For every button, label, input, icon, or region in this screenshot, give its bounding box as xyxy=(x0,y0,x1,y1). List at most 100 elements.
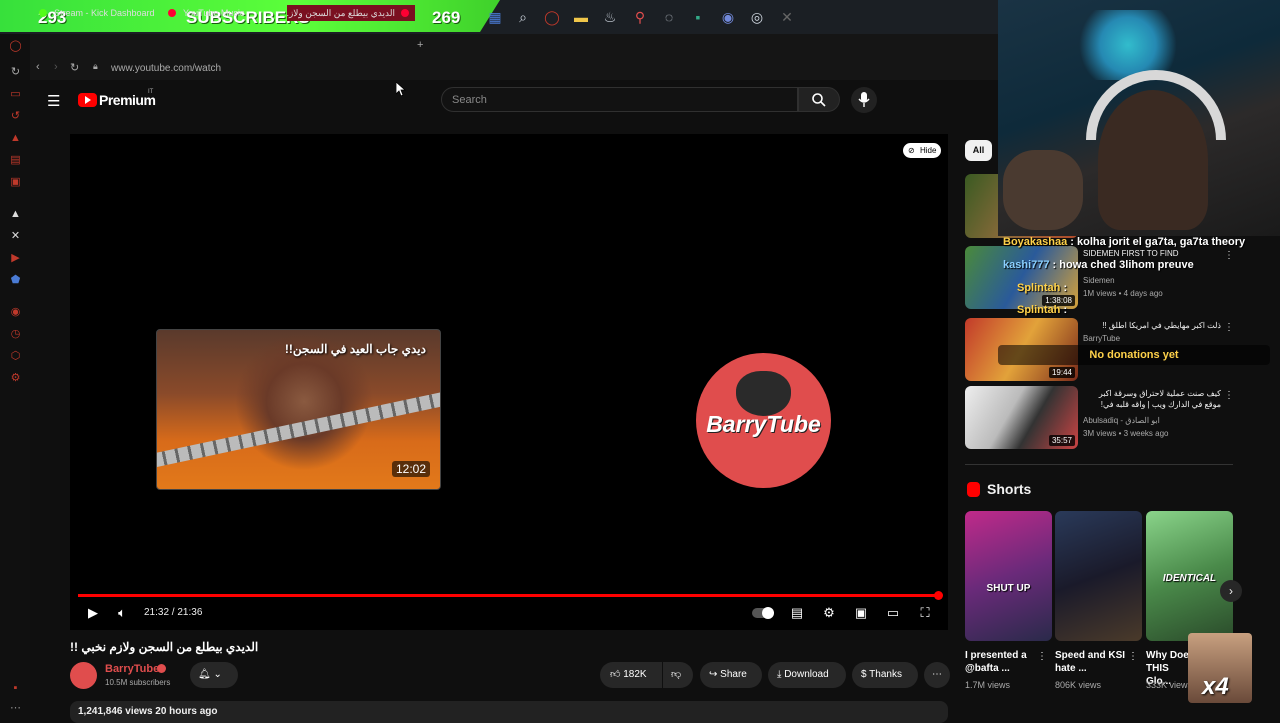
more-icon[interactable]: ⋯ xyxy=(9,702,22,715)
dislike-button[interactable]: 👎︎ xyxy=(663,662,693,688)
search-input[interactable]: Search xyxy=(441,87,798,112)
channel-logo[interactable]: BarryTube xyxy=(696,353,831,488)
maps-icon[interactable]: ⚲ xyxy=(631,8,649,26)
more-icon[interactable]: ⋮ xyxy=(1037,651,1047,662)
short-thumbnail[interactable]: SHUT UP xyxy=(965,511,1052,641)
youtube-premium-label[interactable]: Premium xyxy=(99,92,156,108)
volume-button[interactable]: 🔈︎ xyxy=(114,605,130,621)
subtitles-icon[interactable]: ▤ xyxy=(789,605,805,621)
app-icon[interactable]: ▪ xyxy=(689,8,707,26)
recommendation-channel[interactable]: BarryTube xyxy=(1083,334,1120,343)
recommendation-title[interactable]: كيف صنت عملية لاحتراق وسرقة اكبر موقع في… xyxy=(1083,388,1221,410)
short-title[interactable]: Speed and KSI hate ... xyxy=(1055,649,1127,675)
endscreen-video-duration: 12:02 xyxy=(391,461,430,477)
progress-bar[interactable] xyxy=(78,594,938,597)
short-views: 333K views xyxy=(1146,680,1193,690)
aria-icon[interactable]: ▲ xyxy=(9,208,22,221)
endscreen-video-card[interactable]: ديدي جاب العيد في السجن!! 12:02 xyxy=(156,329,441,490)
thanks-button[interactable]: $ Thanks xyxy=(852,662,918,688)
cursor-icon xyxy=(396,82,406,96)
forward-icon[interactable]: › xyxy=(54,61,58,73)
chat-message: kashi777 : howa ched 3lihom preuve xyxy=(1003,259,1194,271)
discord-icon[interactable]: ◉ xyxy=(719,8,737,26)
url-field[interactable]: www.youtube.com/watch xyxy=(111,63,221,74)
opera-icon[interactable]: ◯ xyxy=(9,40,22,53)
steam-icon[interactable]: ♨ xyxy=(601,8,619,26)
theater-mode-icon[interactable]: ▭ xyxy=(885,605,901,621)
shorts-next-button[interactable]: › xyxy=(1220,580,1242,602)
shield-icon[interactable]: ⬟ xyxy=(9,274,22,287)
channel-name[interactable]: BarryTube xyxy=(105,663,159,675)
chrome-icon[interactable]: ◌ xyxy=(660,8,678,26)
more-actions-button[interactable]: ⋯ xyxy=(924,662,950,688)
browser-sidebar: ◯ ↻ ▭ ↺ ▲ ▤ ▣ ▲ ✕ ▶ ⬟ ◉ ◷ ⬡ ⚙ ▪ ⋯ xyxy=(0,34,30,720)
youtube-icon[interactable]: ▶ xyxy=(9,252,22,265)
chip-all[interactable]: All xyxy=(965,140,992,161)
recommendation-title[interactable]: SIDEMEN FIRST TO FIND xyxy=(1083,248,1221,259)
bookmarks-icon[interactable]: ▲ xyxy=(9,132,22,145)
clock-icon[interactable]: ◷ xyxy=(9,328,22,341)
short-title[interactable]: I presented a @bafta ... xyxy=(965,649,1045,675)
scrubber-handle[interactable] xyxy=(934,591,943,600)
time-display: 21:32 / 21:36 xyxy=(144,607,203,618)
gx-icon[interactable]: ▪ xyxy=(9,682,22,695)
country-code: IT xyxy=(148,89,154,95)
recommendation-title[interactable]: ذلت اكبر مهايطي في امريكا اطلق !! xyxy=(1083,320,1221,331)
download-button[interactable]: ⤓ Download xyxy=(768,662,846,688)
tab-kick[interactable]: Stream - Kick Dashboard xyxy=(34,5,162,21)
folder-icon[interactable]: ▬ xyxy=(572,8,590,26)
subscriber-count: 10.5M subscribers xyxy=(105,678,171,687)
video-duration: 19:44 xyxy=(1048,367,1075,378)
recommendation-channel[interactable]: Sidemen xyxy=(1083,276,1115,285)
thanks-icon: $ xyxy=(861,669,867,680)
fullscreen-icon[interactable]: ⛶ xyxy=(917,605,933,621)
recommendation-thumbnail[interactable]: 35:57 xyxy=(965,386,1078,449)
notifications-button[interactable]: 🔔︎ ⌄ xyxy=(190,662,238,688)
messenger-icon[interactable]: ▭ xyxy=(9,88,22,101)
recommendation-channel[interactable]: Abulsadiq - ابو الصادق xyxy=(1083,416,1160,425)
windows-icon[interactable]: ▦ xyxy=(486,8,504,26)
youtube-logo-icon[interactable] xyxy=(78,93,97,107)
extensions-icon[interactable]: ⬡ xyxy=(9,350,22,363)
search-icon[interactable]: ⌕ xyxy=(514,8,532,26)
search-icon xyxy=(812,93,826,107)
settings-icon[interactable]: ⚙ xyxy=(821,605,837,621)
channel-avatar[interactable] xyxy=(70,662,97,689)
new-tab-button[interactable]: + xyxy=(417,39,423,51)
tab-youtube-video[interactable]: الديدي بيطلع من السجن ولاز... xyxy=(287,5,415,21)
recommendation-thumbnail[interactable]: 1:38:08 xyxy=(965,246,1078,309)
tab-youtube-music[interactable]: YouTube Music xyxy=(163,5,285,21)
short-thumbnail[interactable] xyxy=(1055,511,1142,641)
history-icon[interactable]: ↺ xyxy=(9,110,22,123)
more-icon[interactable]: ⋮ xyxy=(1128,651,1138,662)
obs-icon[interactable]: ◎ xyxy=(748,8,766,26)
wallet-icon[interactable]: ▤ xyxy=(9,154,22,167)
like-button[interactable]: 👍︎ 182K xyxy=(600,662,662,688)
settings-icon[interactable]: ⚙ xyxy=(9,372,22,385)
voice-search-button[interactable] xyxy=(851,87,877,113)
opera-icon[interactable]: ◯ xyxy=(543,8,561,26)
player-icon[interactable]: ◉ xyxy=(9,306,22,319)
more-icon[interactable]: ⋮ xyxy=(1224,250,1234,261)
x-icon[interactable]: ✕ xyxy=(9,230,22,243)
reload-icon[interactable]: ↻ xyxy=(9,66,22,79)
reload-icon[interactable]: ↻ xyxy=(70,61,79,74)
miniplayer-icon[interactable]: ▣ xyxy=(853,605,869,621)
more-icon[interactable]: ⋮ xyxy=(1224,322,1234,333)
more-icon[interactable]: ⋮ xyxy=(1224,390,1234,401)
short-thumbnail[interactable]: IDENTICAL xyxy=(1146,511,1233,641)
search-button[interactable] xyxy=(798,87,840,112)
news-icon[interactable]: ▣ xyxy=(9,176,22,189)
video-duration: 35:57 xyxy=(1048,435,1075,446)
panther-icon xyxy=(736,371,791,416)
play-button[interactable]: ▶ xyxy=(85,605,101,621)
webcam-overlay xyxy=(998,0,1280,236)
autoplay-toggle[interactable] xyxy=(752,607,774,619)
youtube-music-icon xyxy=(168,9,176,17)
menu-icon[interactable]: ☰ xyxy=(47,92,60,110)
back-icon[interactable]: ‹ xyxy=(36,61,40,73)
microphone-icon xyxy=(858,92,870,107)
close-icon[interactable]: ✕ xyxy=(778,8,796,26)
hide-endscreen-button[interactable]: ⊘ Hide xyxy=(903,143,941,158)
share-button[interactable]: ↪ Share xyxy=(700,662,762,688)
